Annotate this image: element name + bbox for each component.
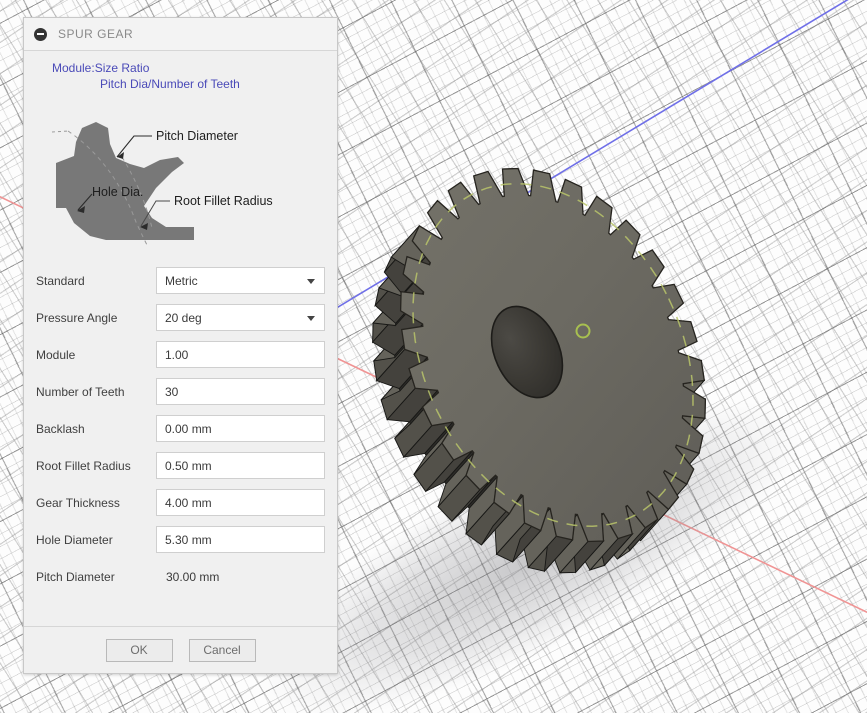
field-value: 0.50 mm xyxy=(165,458,212,473)
chevron-down-icon[interactable] xyxy=(307,315,315,321)
ok-button[interactable]: OK xyxy=(105,638,173,662)
field-input[interactable]: 30 xyxy=(156,378,325,405)
field-label: Backlash xyxy=(36,421,85,436)
module-formula: Module:Size Ratio Pitch Dia/Number of Te… xyxy=(36,51,325,94)
gear-geometry[interactable] xyxy=(371,167,707,574)
chevron-down-icon[interactable] xyxy=(307,278,315,284)
field-label: Root Fillet Radius xyxy=(36,458,131,473)
cancel-button[interactable]: Cancel xyxy=(188,638,256,662)
dialog-footer: OK Cancel xyxy=(24,626,337,673)
formula-value: Size Ratio xyxy=(94,61,150,75)
field-input[interactable]: 5.30 mm xyxy=(156,526,325,553)
field-value: 30.00 mm xyxy=(166,569,220,584)
field-input[interactable]: 0.50 mm xyxy=(156,452,325,479)
field-label: Pitch Diameter xyxy=(36,569,115,584)
formula-line2: Pitch Dia/Number of Teeth xyxy=(100,77,240,91)
field-row: Pitch Diameter 30.00 mm xyxy=(36,558,325,595)
field-value: 30 xyxy=(165,384,179,399)
field-row: Module 1.00 xyxy=(36,336,325,373)
field-label: Gear Thickness xyxy=(36,495,120,510)
field-row: Number of Teeth 30 xyxy=(36,373,325,410)
field-input[interactable]: 1.00 xyxy=(156,341,325,368)
field-value: 4.00 mm xyxy=(165,495,212,510)
field-readonly-value: 30.00 mm xyxy=(156,563,325,590)
diagram-label-hole-dia: Hole Dia. xyxy=(92,185,143,199)
field-value: 1.00 xyxy=(165,347,189,362)
formula-label: Module: xyxy=(52,61,95,75)
field-value: 20 deg xyxy=(165,310,202,325)
field-label: Module xyxy=(36,347,76,362)
field-input[interactable]: 4.00 mm xyxy=(156,489,325,516)
dialog-body: Module:Size Ratio Pitch Dia/Number of Te… xyxy=(24,51,337,626)
field-value: 5.30 mm xyxy=(165,532,212,547)
collapse-minus-icon[interactable] xyxy=(34,27,47,41)
diagram-label-pitch-diameter: Pitch Diameter xyxy=(156,129,238,143)
dialog-titlebar[interactable]: SPUR GEAR xyxy=(24,18,337,51)
spur-gear-dialog[interactable]: SPUR GEAR Module:Size Ratio Pitch Dia/Nu… xyxy=(23,17,338,674)
field-row: Gear Thickness 4.00 mm xyxy=(36,484,325,521)
field-label: Pressure Angle xyxy=(36,310,118,325)
parameter-fields: Standard Metric Pressure Angle 20 deg Module… xyxy=(36,262,325,595)
field-value: 0.00 mm xyxy=(165,421,212,436)
field-label: Hole Diameter xyxy=(36,532,113,547)
field-input[interactable]: 0.00 mm xyxy=(156,415,325,442)
diagram-centerline xyxy=(51,130,69,133)
dialog-title: SPUR GEAR xyxy=(58,27,134,41)
field-select[interactable]: 20 deg xyxy=(156,304,325,331)
field-label: Number of Teeth xyxy=(36,384,125,399)
field-row: Hole Diameter 5.30 mm xyxy=(36,521,325,558)
field-select[interactable]: Metric xyxy=(156,267,325,294)
field-row: Standard Metric xyxy=(36,262,325,299)
gear-tooth-diagram: Pitch Diameter Hole Dia. Root Fillet Rad… xyxy=(51,122,273,246)
field-row: Root Fillet Radius 0.50 mm xyxy=(36,447,325,484)
field-label: Standard xyxy=(36,273,85,288)
field-row: Backlash 0.00 mm xyxy=(36,410,325,447)
diagram-label-root-fillet-radius: Root Fillet Radius xyxy=(174,194,273,208)
field-value: Metric xyxy=(165,273,198,288)
field-row: Pressure Angle 20 deg xyxy=(36,299,325,336)
